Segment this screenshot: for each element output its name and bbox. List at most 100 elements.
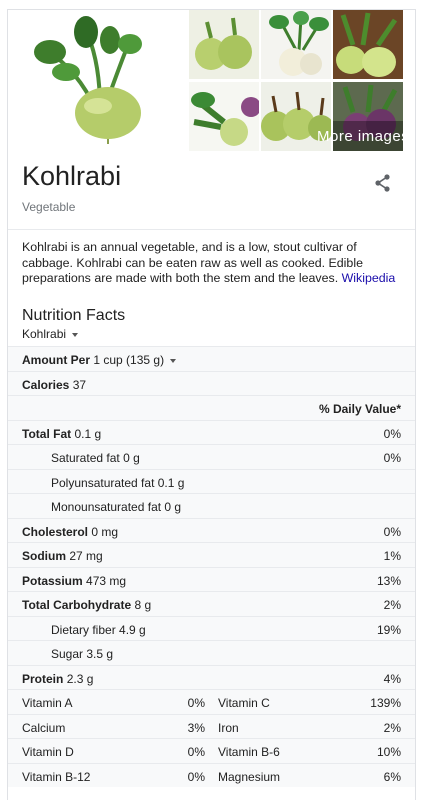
vitamin-name: Vitamin B-12 (22, 769, 91, 784)
vitamin-daily-value: 0% (187, 696, 205, 710)
vitamin-daily-value: 10% (376, 745, 401, 759)
nutrient-name: Monounsaturated fat (51, 500, 162, 514)
chevron-down-icon (170, 358, 177, 363)
nutrient-amount: 2.3 g (66, 671, 94, 686)
nutrient-name: Sugar (51, 647, 84, 661)
vitamin-row: Vitamin D 0% Vitamin B-6 10% (8, 738, 415, 763)
entity-title: Kohlrabi (22, 161, 122, 191)
nutrient-row: Protein 2.3 g 4% (8, 664, 415, 690)
thumb-image-1[interactable] (189, 10, 259, 79)
nutrient-daily-value: 0% (383, 451, 401, 465)
nutrient-amount: 0 g (164, 500, 182, 514)
nutrient-amount: 0.1 g (74, 426, 102, 441)
nutrient-label-cell: Saturated fat 0 g (51, 451, 140, 465)
nutrient-row: Sodium 27 mg 1% (8, 542, 415, 567)
daily-value-header-row: % Daily Value* (8, 395, 415, 420)
daily-value-header: % Daily Value* (318, 402, 401, 416)
nutrition-facts-title: Nutrition Facts (22, 307, 126, 324)
nutrient-row: Cholesterol 0 mg 0% (8, 517, 415, 543)
chevron-down-icon (72, 332, 79, 337)
nutrient-amount: 473 mg (86, 573, 127, 588)
nutrient-daily-value: 1% (383, 549, 401, 563)
nutrient-row: Potassium 473 mg 13% (8, 566, 415, 592)
nutrient-label-cell: Polyunsaturated fat 0.1 g (51, 476, 184, 490)
nutrient-label-cell: Protein 2.3 g (22, 672, 93, 686)
nutrient-label-cell: Monounsaturated fat 0 g (51, 500, 181, 514)
vitamin-name: Iron (218, 720, 239, 735)
vitamin-name: Calcium (22, 720, 66, 735)
entity-subtitle: Vegetable (22, 200, 76, 214)
nutrient-name: Total Carbohydrate (22, 598, 132, 612)
nutrient-amount: 0.1 g (157, 475, 185, 490)
vitamin-name: Magnesium (218, 769, 281, 784)
amount-label: Amount Per (22, 353, 91, 367)
thumb-image-3[interactable] (333, 10, 403, 79)
nutrient-row: Sugar 3.5 g (8, 640, 415, 665)
vitamin-daily-value: 0% (187, 745, 205, 759)
food-selector[interactable]: Kohlrabi (22, 327, 79, 341)
nutrient-amount: 4.9 g (119, 622, 146, 637)
calories-row: Calories 37 (8, 370, 415, 396)
nutrient-name: Saturated fat (51, 451, 120, 465)
nutrient-daily-value: 2% (383, 598, 401, 612)
description: Kohlrabi is an annual vegetable, and is … (22, 240, 407, 287)
nutrient-row: Polyunsaturated fat 0.1 g (8, 468, 415, 494)
vitamin-name: Vitamin C (218, 696, 270, 710)
thumb-image-4[interactable] (189, 82, 259, 151)
more-images-link[interactable]: More images (317, 128, 409, 145)
nutrient-label-cell: Total Fat 0.1 g (22, 427, 101, 441)
nutrition-table: Amount Per 1 cup (135 g) Calories 37 % D… (8, 346, 415, 787)
vitamin-row: Calcium 3% Iron 2% (8, 713, 415, 739)
nutrient-row: Monounsaturated fat 0 g (8, 493, 415, 518)
nutrient-daily-value: 13% (376, 573, 401, 588)
calories-value: 37 (72, 377, 87, 392)
nutrient-row: Saturated fat 0 g 0% (8, 444, 415, 469)
thumb-image-2[interactable] (261, 10, 331, 79)
vitamin-name: Vitamin D (22, 745, 74, 759)
vitamin-daily-value: 139% (370, 696, 401, 710)
nutrient-label-cell: Sugar 3.5 g (51, 647, 113, 661)
vitamin-name: Vitamin B-6 (218, 745, 280, 759)
vitamin-daily-value: 6% (383, 769, 401, 784)
nutrient-daily-value: 4% (383, 671, 401, 686)
serving-size-row[interactable]: Amount Per 1 cup (135 g) (8, 346, 415, 371)
nutrient-name: Potassium (22, 573, 83, 588)
wikipedia-link[interactable]: Wikipedia (342, 271, 396, 285)
calories-label: Calories (22, 377, 70, 392)
nutrient-name: Protein (22, 671, 64, 686)
nutrient-label-cell: Dietary fiber 4.9 g (51, 623, 146, 637)
nutrient-daily-value: 0% (383, 426, 401, 441)
nutrient-amount: 27 mg (69, 549, 103, 563)
nutrient-amount: 8 g (134, 598, 152, 612)
vitamin-daily-value: 0% (187, 769, 205, 784)
nutrient-row: Dietary fiber 4.9 g 19% (8, 615, 415, 641)
nutrient-label-cell: Potassium 473 mg (22, 574, 126, 588)
amount-value: 1 cup (135 g) (93, 353, 165, 367)
vitamin-name: Vitamin A (22, 696, 73, 710)
nutrient-daily-value: 19% (376, 622, 401, 637)
nutrient-name: Cholesterol (22, 524, 89, 539)
nutrient-name: Total Fat (22, 426, 72, 441)
nutrient-label-cell: Cholesterol 0 mg (22, 525, 118, 539)
nutrient-row: Total Carbohydrate 8 g 2% (8, 591, 415, 616)
divider (8, 229, 415, 230)
vitamin-daily-value: 2% (383, 720, 401, 735)
nutrient-amount: 0 g (123, 451, 140, 465)
knowledge-panel: More images Kohlrabi Vegetable Kohlrabi … (7, 9, 416, 800)
nutrient-name: Polyunsaturated fat (51, 475, 155, 490)
description-text: Kohlrabi is an annual vegetable, and is … (22, 240, 363, 285)
nutrient-daily-value: 0% (383, 524, 401, 539)
food-selector-label: Kohlrabi (22, 327, 67, 341)
vitamin-row: Vitamin A 0% Vitamin C 139% (8, 689, 415, 714)
share-icon[interactable] (373, 173, 393, 193)
vitamin-row: Vitamin B-12 0% Magnesium 6% (8, 762, 415, 788)
nutrient-name: Sodium (22, 549, 66, 563)
nutrient-row: Total Fat 0.1 g 0% (8, 419, 415, 445)
nutrient-amount: 0 mg (91, 524, 119, 539)
nutrient-name: Dietary fiber (51, 622, 116, 637)
nutrient-label-cell: Sodium 27 mg (22, 549, 103, 563)
nutrient-label-cell: Total Carbohydrate 8 g (22, 598, 151, 612)
nutrient-amount: 3.5 g (86, 647, 114, 661)
main-kohlrabi-image[interactable] (8, 10, 186, 154)
vitamin-daily-value: 3% (187, 720, 205, 735)
